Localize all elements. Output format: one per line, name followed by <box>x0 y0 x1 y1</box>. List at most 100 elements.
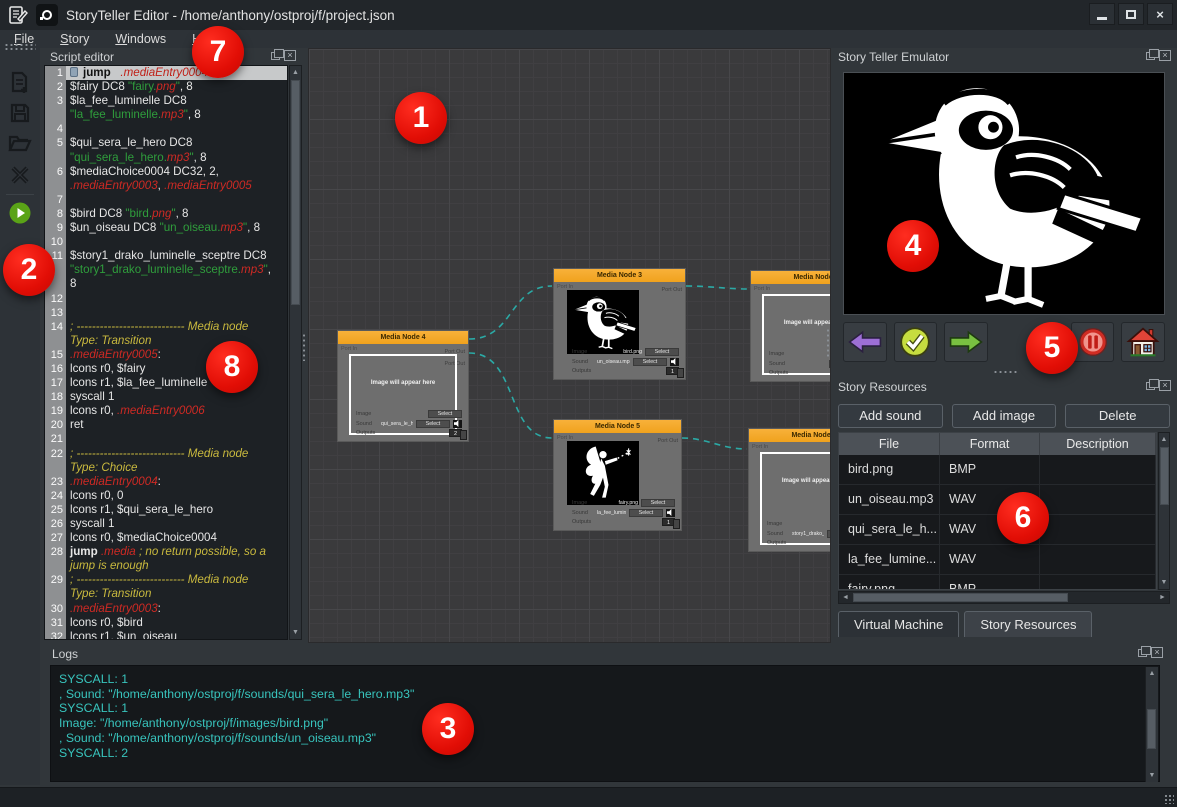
scroll-down-icon[interactable]: ▼ <box>1159 576 1169 589</box>
outputs-stepper[interactable]: 1 <box>662 518 675 526</box>
tab-virtual-machine[interactable]: Virtual Machine <box>838 611 959 637</box>
scroll-up-icon[interactable]: ▲ <box>1159 433 1169 446</box>
code-line[interactable]: 27lcons r0, $mediaChoice0004 <box>45 531 287 545</box>
code-line[interactable]: 10 <box>45 235 287 249</box>
port-out[interactable]: Port Out <box>662 284 682 296</box>
media-node[interactable]: Media Node 6Port InImage will appear her… <box>749 429 831 551</box>
close-panel-icon[interactable]: × <box>1151 647 1163 658</box>
code-line[interactable]: 29; ---------------------------- Media n… <box>45 573 287 601</box>
code-line[interactable]: 18syscall 1 <box>45 390 287 404</box>
code-line[interactable]: 7 <box>45 193 287 207</box>
table-row[interactable]: fairy.pngBMP <box>839 575 1156 590</box>
code-line[interactable]: 2$fairy DC8 "fairy.png", 8 <box>45 80 287 94</box>
run-button[interactable] <box>7 200 33 226</box>
speaker-icon[interactable] <box>666 509 675 517</box>
scroll-left-icon[interactable]: ◄ <box>839 592 852 603</box>
code-line[interactable]: 14; ---------------------------- Media n… <box>45 320 287 348</box>
float-panel-icon[interactable] <box>1146 382 1155 390</box>
code-line[interactable]: 1jump .mediaEntry0004 <box>45 66 287 80</box>
code-line[interactable]: 24lcons r0, 0 <box>45 489 287 503</box>
code-line[interactable]: 3$la_fee_luminelle DC8"la_fee_luminelle.… <box>45 94 287 122</box>
scroll-down-icon[interactable]: ▼ <box>290 626 301 639</box>
outputs-stepper[interactable]: 1 <box>666 367 679 375</box>
media-node[interactable]: Media Node 2Port InImage will appear her… <box>751 271 831 381</box>
add-sound-button[interactable]: Add sound <box>838 404 943 428</box>
speaker-icon[interactable] <box>453 420 462 428</box>
table-row[interactable]: bird.pngBMP <box>839 455 1156 485</box>
save-button[interactable] <box>7 100 33 126</box>
home-button[interactable] <box>1121 322 1165 362</box>
delete-button[interactable]: Delete <box>1065 404 1170 428</box>
scroll-right-icon[interactable]: ► <box>1156 592 1169 603</box>
select-sound-button[interactable]: Select <box>827 530 831 538</box>
code-line[interactable]: 20ret <box>45 418 287 432</box>
code-line[interactable]: 32lcons r1, $un_oiseau <box>45 630 287 640</box>
outputs-stepper[interactable]: 2 <box>449 429 462 437</box>
new-file-button[interactable] <box>7 70 33 96</box>
close-project-button[interactable] <box>7 162 33 188</box>
tab-story-resources[interactable]: Story Resources <box>964 611 1092 637</box>
node-graph-canvas[interactable]: Media Node 4Port InPort OutPort OutImage… <box>308 48 831 643</box>
code-line[interactable]: 23.mediaEntry0004: <box>45 475 287 489</box>
splitter-handle[interactable] <box>302 333 307 361</box>
minimize-button[interactable] <box>1089 3 1115 25</box>
menu-windows[interactable]: Windows <box>115 32 166 46</box>
resize-grip[interactable] <box>1164 794 1174 804</box>
splitter-handle[interactable] <box>993 370 1019 375</box>
code-line[interactable]: 19lcons r0, .mediaEntry0006 <box>45 404 287 418</box>
log-output[interactable]: SYSCALL: 1, Sound: "/home/anthony/ostpro… <box>50 665 1160 782</box>
code-line[interactable]: 6$mediaChoice0004 DC32, 2,.mediaEntry000… <box>45 165 287 193</box>
code-line[interactable]: 25lcons r1, $qui_sera_le_hero <box>45 503 287 517</box>
select-image-button[interactable]: Select <box>645 348 679 356</box>
code-line[interactable]: 8$bird DC8 "bird.png", 8 <box>45 207 287 221</box>
resources-horizontal-scrollbar[interactable]: ◄ ► <box>838 591 1170 604</box>
menu-story[interactable]: Story <box>60 32 89 46</box>
maximize-button[interactable] <box>1118 3 1144 25</box>
column-header-format[interactable]: Format <box>940 433 1040 455</box>
media-node[interactable]: Media Node 3Port InPort OutImagebird.png… <box>554 269 685 379</box>
splitter-handle[interactable] <box>826 328 831 358</box>
close-window-button[interactable]: × <box>1147 3 1173 25</box>
code-line[interactable]: 13 <box>45 306 287 320</box>
column-header-file[interactable]: File <box>839 433 940 455</box>
code-line[interactable]: 26syscall 1 <box>45 517 287 531</box>
close-panel-icon[interactable]: × <box>1159 50 1171 61</box>
add-image-button[interactable]: Add image <box>952 404 1057 428</box>
float-panel-icon[interactable] <box>1146 52 1155 60</box>
media-node[interactable]: Media Node 4Port InPort OutPort OutImage… <box>338 331 468 441</box>
select-image-button[interactable]: Select <box>428 410 462 418</box>
column-header-description[interactable]: Description <box>1040 433 1156 455</box>
open-project-button[interactable] <box>7 130 33 156</box>
close-panel-icon[interactable]: × <box>1159 380 1171 391</box>
code-line[interactable]: 4 <box>45 122 287 136</box>
back-button[interactable] <box>843 322 887 362</box>
port-out[interactable]: Port Out <box>658 435 678 447</box>
forward-button[interactable] <box>944 322 988 362</box>
code-line[interactable]: 21 <box>45 432 287 446</box>
select-sound-button[interactable]: Select <box>633 358 667 366</box>
port-in[interactable]: Port In <box>752 444 768 450</box>
script-scrollbar[interactable]: ▲ ▼ <box>289 65 302 640</box>
scroll-down-icon[interactable]: ▼ <box>1146 769 1158 782</box>
scroll-up-icon[interactable]: ▲ <box>1146 667 1158 680</box>
select-sound-button[interactable]: Select <box>829 360 831 368</box>
select-sound-button[interactable]: Select <box>629 509 663 517</box>
select-image-button[interactable]: Select <box>641 499 675 507</box>
code-line[interactable]: 30.mediaEntry0003: <box>45 602 287 616</box>
select-sound-button[interactable]: Select <box>416 420 450 428</box>
code-line[interactable]: 28jump .media ; no return possible, so a… <box>45 545 287 573</box>
float-panel-icon[interactable] <box>1138 649 1147 657</box>
code-line[interactable]: 31lcons r0, $bird <box>45 616 287 630</box>
port-in[interactable]: Port In <box>754 286 770 292</box>
accept-button[interactable] <box>894 322 938 362</box>
code-line[interactable]: 11$story1_drako_luminelle_sceptre DC8"st… <box>45 249 287 291</box>
close-panel-icon[interactable]: × <box>284 50 296 61</box>
scroll-up-icon[interactable]: ▲ <box>290 66 301 79</box>
speaker-icon[interactable] <box>670 358 679 366</box>
code-line[interactable]: 12 <box>45 292 287 306</box>
code-line[interactable]: 5$qui_sera_le_hero DC8"qui_sera_le_hero.… <box>45 136 287 164</box>
resources-vertical-scrollbar[interactable]: ▲ ▼ <box>1158 432 1170 590</box>
toolbar-drag-handle[interactable] <box>4 43 36 51</box>
logs-scrollbar[interactable]: ▲ ▼ <box>1145 667 1158 782</box>
float-panel-icon[interactable] <box>271 52 280 60</box>
